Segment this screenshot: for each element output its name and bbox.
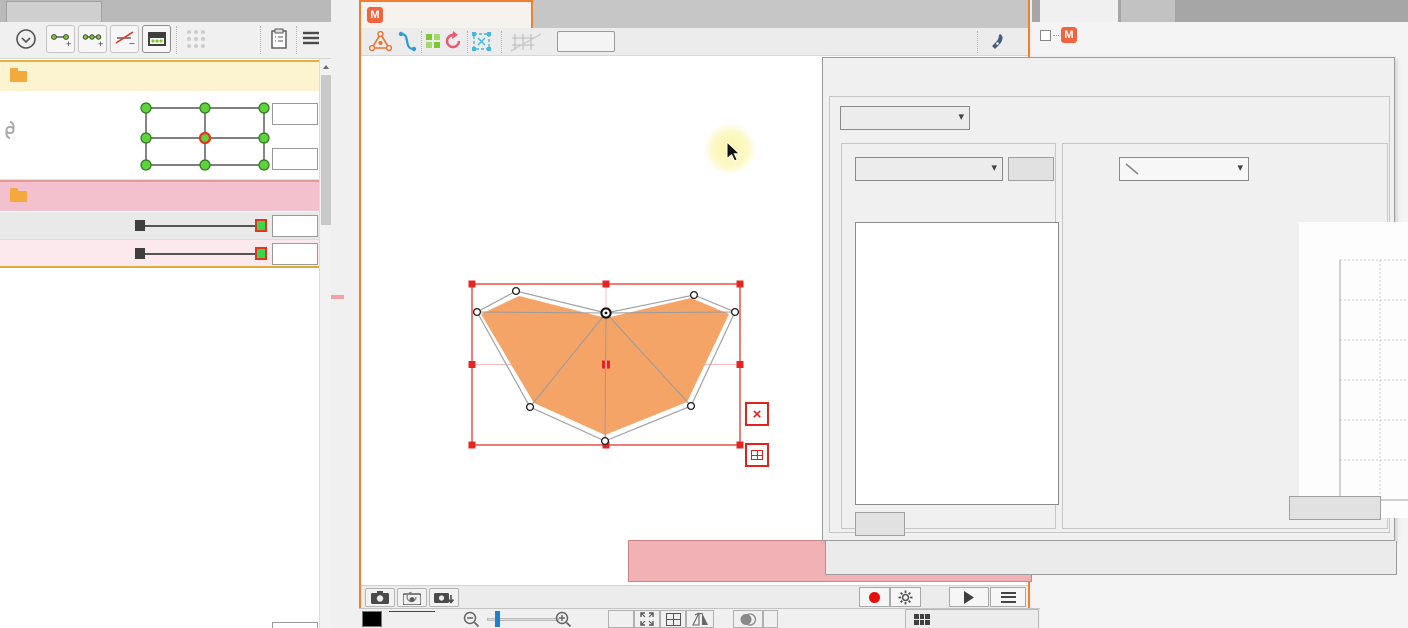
toolbar-separator	[467, 31, 468, 53]
onion-skin-button[interactable]	[733, 610, 763, 628]
add-button[interactable]	[1008, 157, 1054, 181]
model-file-icon: M	[1061, 27, 1077, 43]
camera-export-button[interactable]	[429, 588, 459, 607]
weight-limit-graph-group: ▾	[1062, 143, 1388, 529]
tree-expander-icon[interactable]	[1040, 30, 1051, 41]
tab-project[interactable]	[1040, 0, 1118, 22]
gear-icon	[898, 590, 913, 605]
line-preset-icon	[1125, 162, 1139, 176]
chevron-down-icon: ▾	[991, 161, 997, 174]
viewport-tabstrip: M	[361, 0, 1028, 28]
mesh-edit-button[interactable]	[745, 443, 769, 467]
blendshape-mesh-icon[interactable]	[369, 31, 392, 52]
tab-log[interactable]	[1121, 0, 1175, 22]
selection-center-marker[interactable]	[602, 361, 610, 369]
onion-skin-icon	[739, 613, 757, 626]
actual-size-button[interactable]	[608, 610, 634, 628]
flip-view-button[interactable]	[686, 610, 714, 628]
delete-button[interactable]	[855, 512, 905, 536]
weight-limit-graph	[1299, 222, 1408, 518]
parameter-rows	[0, 0, 319, 628]
zoom-slider-thumb[interactable]	[495, 611, 500, 627]
toolbar-separator	[977, 31, 978, 53]
toolbar-separator	[421, 31, 422, 53]
record-button[interactable]	[859, 587, 890, 607]
parameter-listbox[interactable]	[855, 222, 1059, 505]
application-window: + + −	[0, 0, 1408, 628]
weight-limit-dialog: ▾ ▾ ▾	[822, 57, 1395, 541]
playlist-button[interactable]	[990, 587, 1026, 607]
onion-skin-dropdown[interactable]	[763, 610, 778, 628]
play-icon	[963, 591, 975, 604]
grid-view-icon	[511, 32, 541, 52]
multiview-button[interactable]	[905, 609, 1039, 628]
grid-glyph-icon	[751, 450, 763, 460]
deselect-button[interactable]: ×	[745, 402, 769, 426]
project-tabstrip	[1032, 0, 1408, 22]
deform-grid-icon[interactable]	[425, 33, 441, 49]
blendshape-combo[interactable]: ▾	[840, 106, 970, 130]
expand-arrows-icon	[640, 612, 654, 626]
zoom-in-icon[interactable]	[555, 611, 572, 628]
record-icon	[869, 592, 880, 603]
scroll-up-arrow[interactable]	[321, 60, 331, 73]
parameter-combo[interactable]: ▾	[855, 157, 1003, 181]
parameter-group: ▾	[841, 143, 1056, 529]
canvas-ruler	[331, 0, 359, 608]
background-color-swatch[interactable]	[362, 611, 382, 627]
zoom-out-icon[interactable]	[463, 611, 480, 628]
tab-blendshape-view[interactable]: M	[361, 0, 533, 28]
chevron-down-icon: ▾	[1237, 161, 1243, 174]
parameter-scrollbar[interactable]	[319, 59, 331, 628]
record-settings-button[interactable]	[890, 587, 921, 607]
tree-connector	[1053, 35, 1059, 36]
bounding-box-icon[interactable]	[471, 31, 492, 52]
toolbar-separator	[501, 31, 502, 53]
ruler-marker	[331, 295, 344, 299]
show-grid-button[interactable]	[660, 610, 686, 628]
canvas-status-bar	[359, 608, 1040, 628]
scrollbar-thumb[interactable]	[321, 75, 331, 225]
mirror-icon	[692, 612, 709, 626]
solo-button[interactable]	[557, 31, 615, 52]
chevron-down-icon: ▾	[958, 110, 964, 123]
multiview-grid-icon	[914, 614, 930, 625]
grid-icon	[666, 613, 681, 626]
zoom-percentage-field[interactable]	[389, 611, 435, 612]
camera-reset-button[interactable]	[397, 588, 427, 607]
dialog-footer	[825, 541, 1397, 575]
parameter-panel: + + −	[0, 0, 331, 628]
pen-tool-icon[interactable]	[987, 32, 1007, 52]
viewport-bottom-toolbar	[361, 585, 1028, 608]
preset-combo[interactable]: ▾	[1119, 157, 1249, 181]
rotate-deformer-icon[interactable]	[443, 31, 463, 51]
fit-view-button[interactable]	[634, 610, 660, 628]
project-tree-item[interactable]: M	[1040, 26, 1083, 44]
path-edit-icon[interactable]	[397, 31, 418, 52]
snapshot-camera-button[interactable]	[365, 588, 395, 607]
graph-grid	[1299, 222, 1408, 518]
play-button[interactable]	[949, 587, 989, 607]
graph-edit-button[interactable]	[1289, 496, 1381, 520]
blendshape-group: ▾ ▾ ▾	[829, 96, 1390, 533]
list-icon	[1001, 592, 1016, 603]
model-file-icon: M	[367, 7, 383, 23]
viewport-toolbar	[361, 28, 1028, 56]
partial-row	[0, 620, 319, 628]
